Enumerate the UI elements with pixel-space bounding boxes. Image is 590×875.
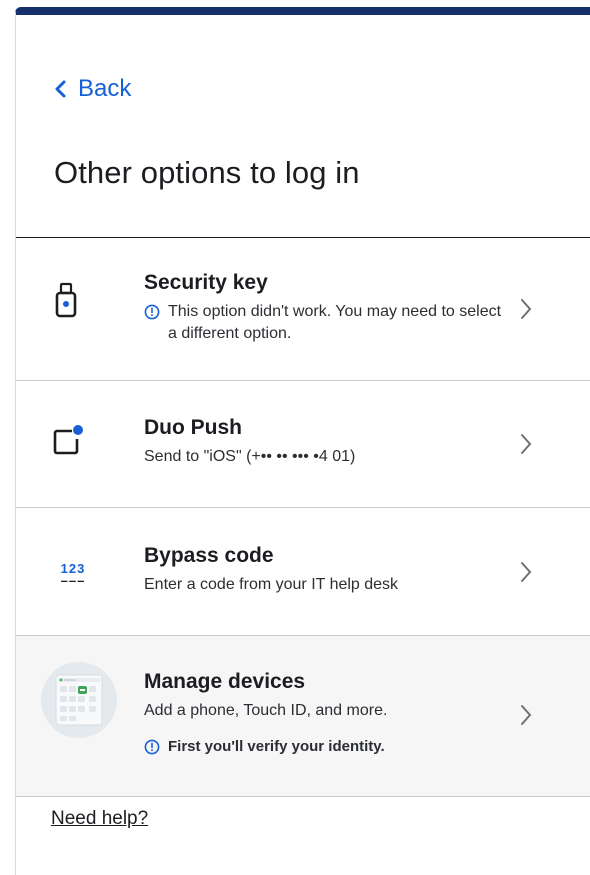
option-description: Enter a code from your IT help desk	[144, 576, 399, 593]
usb-key-icon	[55, 282, 77, 318]
chevron-right-icon	[521, 562, 532, 582]
info-icon	[144, 739, 160, 755]
option-title: Security key	[144, 271, 268, 294]
option-title: Duo Push	[144, 416, 242, 439]
option-security-key[interactable]: Security key This option didn't work. Yo…	[16, 238, 590, 381]
option-title: Bypass code	[144, 544, 274, 567]
option-notice-text: First you'll verify your identity.	[168, 738, 385, 755]
card-header: Back Other options to log in	[16, 15, 590, 238]
device-management-icon	[41, 662, 117, 738]
option-manage-devices[interactable]: Manage devices Add a phone, Touch ID, an…	[16, 636, 590, 797]
push-notification-icon	[53, 425, 83, 455]
back-button[interactable]: Back	[54, 75, 131, 103]
option-notice: This option didn't work. You may need to…	[144, 301, 510, 345]
chevron-right-icon	[521, 299, 532, 319]
login-options-card: Back Other options to log in Security ke…	[15, 7, 590, 875]
chevron-left-icon	[55, 80, 66, 98]
option-title: Manage devices	[144, 670, 306, 693]
option-description: Send to "iOS" (+•• •• ••• •4 01)	[144, 448, 356, 465]
page-title: Other options to log in	[54, 155, 360, 190]
option-notice: First you'll verify your identity.	[144, 736, 510, 758]
back-label: Back	[78, 75, 132, 102]
chevron-right-icon	[521, 705, 532, 725]
bypass-code-icon: 123 –––	[60, 561, 86, 588]
option-notice-text: This option didn't work. You may need to…	[168, 303, 502, 342]
option-duo-push[interactable]: Duo Push Send to "iOS" (+•• •• ••• •4 01…	[16, 381, 590, 508]
info-icon	[144, 304, 160, 320]
option-description: Add a phone, Touch ID, and more.	[144, 702, 388, 719]
need-help-link[interactable]: Need help?	[51, 808, 148, 830]
chevron-right-icon	[521, 434, 532, 454]
option-bypass-code[interactable]: 123 ––– Bypass code Enter a code from yo…	[16, 508, 590, 636]
